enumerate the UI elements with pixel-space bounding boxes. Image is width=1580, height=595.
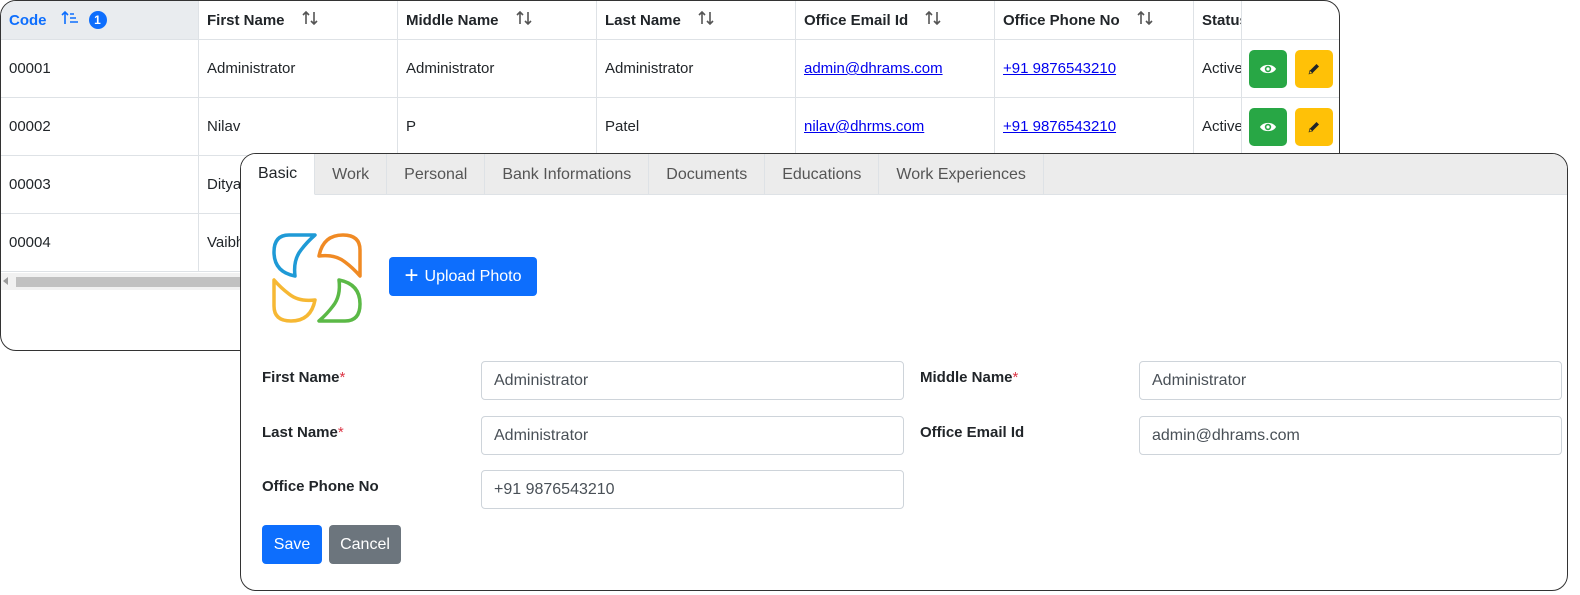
upload-photo-label: Upload Photo [424,267,522,285]
cell-office-email: admin@dhrams.com [796,40,995,97]
middle-name-field[interactable] [1139,361,1562,400]
scrollbar-thumb[interactable] [16,277,256,287]
employee-edit-panel: Basic Work Personal Bank Informations Do… [240,153,1568,591]
tab-documents[interactable]: Documents [649,154,766,195]
column-header-last-name[interactable]: Last Name [597,1,796,39]
table-header-row: Code 1 First Name Middle Name Last Name … [1,1,1241,40]
label-text: Office Email Id [920,424,1025,441]
edit-button[interactable] [1295,107,1333,146]
column-header-first-name[interactable]: First Name [199,1,398,39]
cell-code: 00001 [1,40,199,97]
sort-order-badge: 1 [88,11,107,29]
column-header-status[interactable]: Status [1194,1,1241,39]
column-header-label: Middle Name [406,11,499,29]
horizontal-scrollbar[interactable] [1,273,261,290]
cell-code: 00002 [1,98,199,155]
column-header-label: Status [1202,11,1241,29]
sort-ascending-icon[interactable] [60,10,79,31]
last-name-label: Last Name* [262,424,344,441]
label-text: Office Phone No [262,478,379,495]
pencil-icon [1308,121,1319,132]
upload-photo-button[interactable]: + Upload Photo [389,257,537,296]
cell-office-phone: +91 9876543210 [995,40,1194,97]
cell-last-name: Administrator [597,40,796,97]
office-phone-field[interactable] [481,470,904,509]
column-header-code[interactable]: Code 1 [1,1,199,39]
cell-status: Active [1202,60,1241,77]
column-header-office-phone[interactable]: Office Phone No [995,1,1194,39]
column-header-label: Office Phone No [1003,11,1120,29]
column-header-label: Code [9,11,47,29]
phone-link[interactable]: +91 9876543210 [1003,60,1116,77]
cell-middle-name: Administrator [398,40,597,97]
label-text: Middle Name [920,369,1013,386]
row-actions [1241,98,1339,156]
edit-button[interactable] [1295,49,1333,88]
table-row[interactable]: 00002 Nilav P Patel nilav@dhrms.com +91 … [1,98,1241,156]
tab-work[interactable]: Work [315,154,388,195]
tab-educations[interactable]: Educations [765,154,880,195]
table-row[interactable]: 00001 Administrator Administrator Admini… [1,40,1241,98]
cell-code: 00003 [1,156,199,213]
sort-icon[interactable] [301,9,319,32]
sort-icon[interactable] [1136,9,1154,32]
column-header-middle-name[interactable]: Middle Name [398,1,597,39]
cell-last-name: Patel [597,98,796,155]
column-header-label: Last Name [605,11,681,29]
office-email-field[interactable] [1139,416,1562,455]
label-text: Last Name [262,424,338,441]
cell-office-phone: +91 9876543210 [995,98,1194,155]
plus-icon: + [404,261,419,289]
required-marker: * [337,424,344,441]
office-phone-label: Office Phone No [262,478,379,495]
email-link[interactable]: nilav@dhrms.com [804,118,924,135]
save-button[interactable]: Save [262,525,322,564]
form-tabs: Basic Work Personal Bank Informations Do… [241,154,1567,195]
view-button[interactable] [1249,49,1287,88]
tab-personal[interactable]: Personal [387,154,486,195]
sort-icon[interactable] [697,9,715,32]
actions-header [1241,1,1339,40]
pencil-icon [1308,63,1319,74]
column-header-label: First Name [207,11,285,29]
first-name-field[interactable] [481,361,904,400]
cell-status: Active [1202,118,1241,135]
required-marker: * [339,369,346,386]
required-marker: * [1012,369,1019,386]
sort-icon[interactable] [515,9,533,32]
eye-icon [1260,122,1276,131]
cell-code: 00004 [1,214,199,271]
first-name-label: First Name* [262,369,345,386]
cell-office-email: nilav@dhrms.com [796,98,995,155]
column-header-office-email[interactable]: Office Email Id [796,1,995,39]
office-email-label: Office Email Id [920,424,1024,441]
column-header-label: Office Email Id [804,11,909,29]
tab-basic[interactable]: Basic [241,154,316,195]
cell-middle-name: P [398,98,597,155]
cell-first-name: Administrator [199,40,398,97]
sort-icon[interactable] [924,9,942,32]
email-link[interactable]: admin@dhrams.com [804,60,943,77]
phone-link[interactable]: +91 9876543210 [1003,118,1116,135]
row-actions-column [1241,1,1339,156]
cell-first-name: Nilav [199,98,398,155]
eye-icon [1260,64,1276,73]
last-name-field[interactable] [481,416,904,455]
tab-bank-informations[interactable]: Bank Informations [485,154,650,195]
middle-name-label: Middle Name* [920,369,1018,386]
company-logo [272,233,362,323]
tab-work-experiences[interactable]: Work Experiences [879,154,1044,195]
label-text: First Name [262,369,340,386]
view-button[interactable] [1249,107,1287,146]
cancel-button[interactable]: Cancel [329,525,401,564]
row-actions [1241,40,1339,98]
scroll-left-arrow-icon[interactable] [3,277,8,285]
